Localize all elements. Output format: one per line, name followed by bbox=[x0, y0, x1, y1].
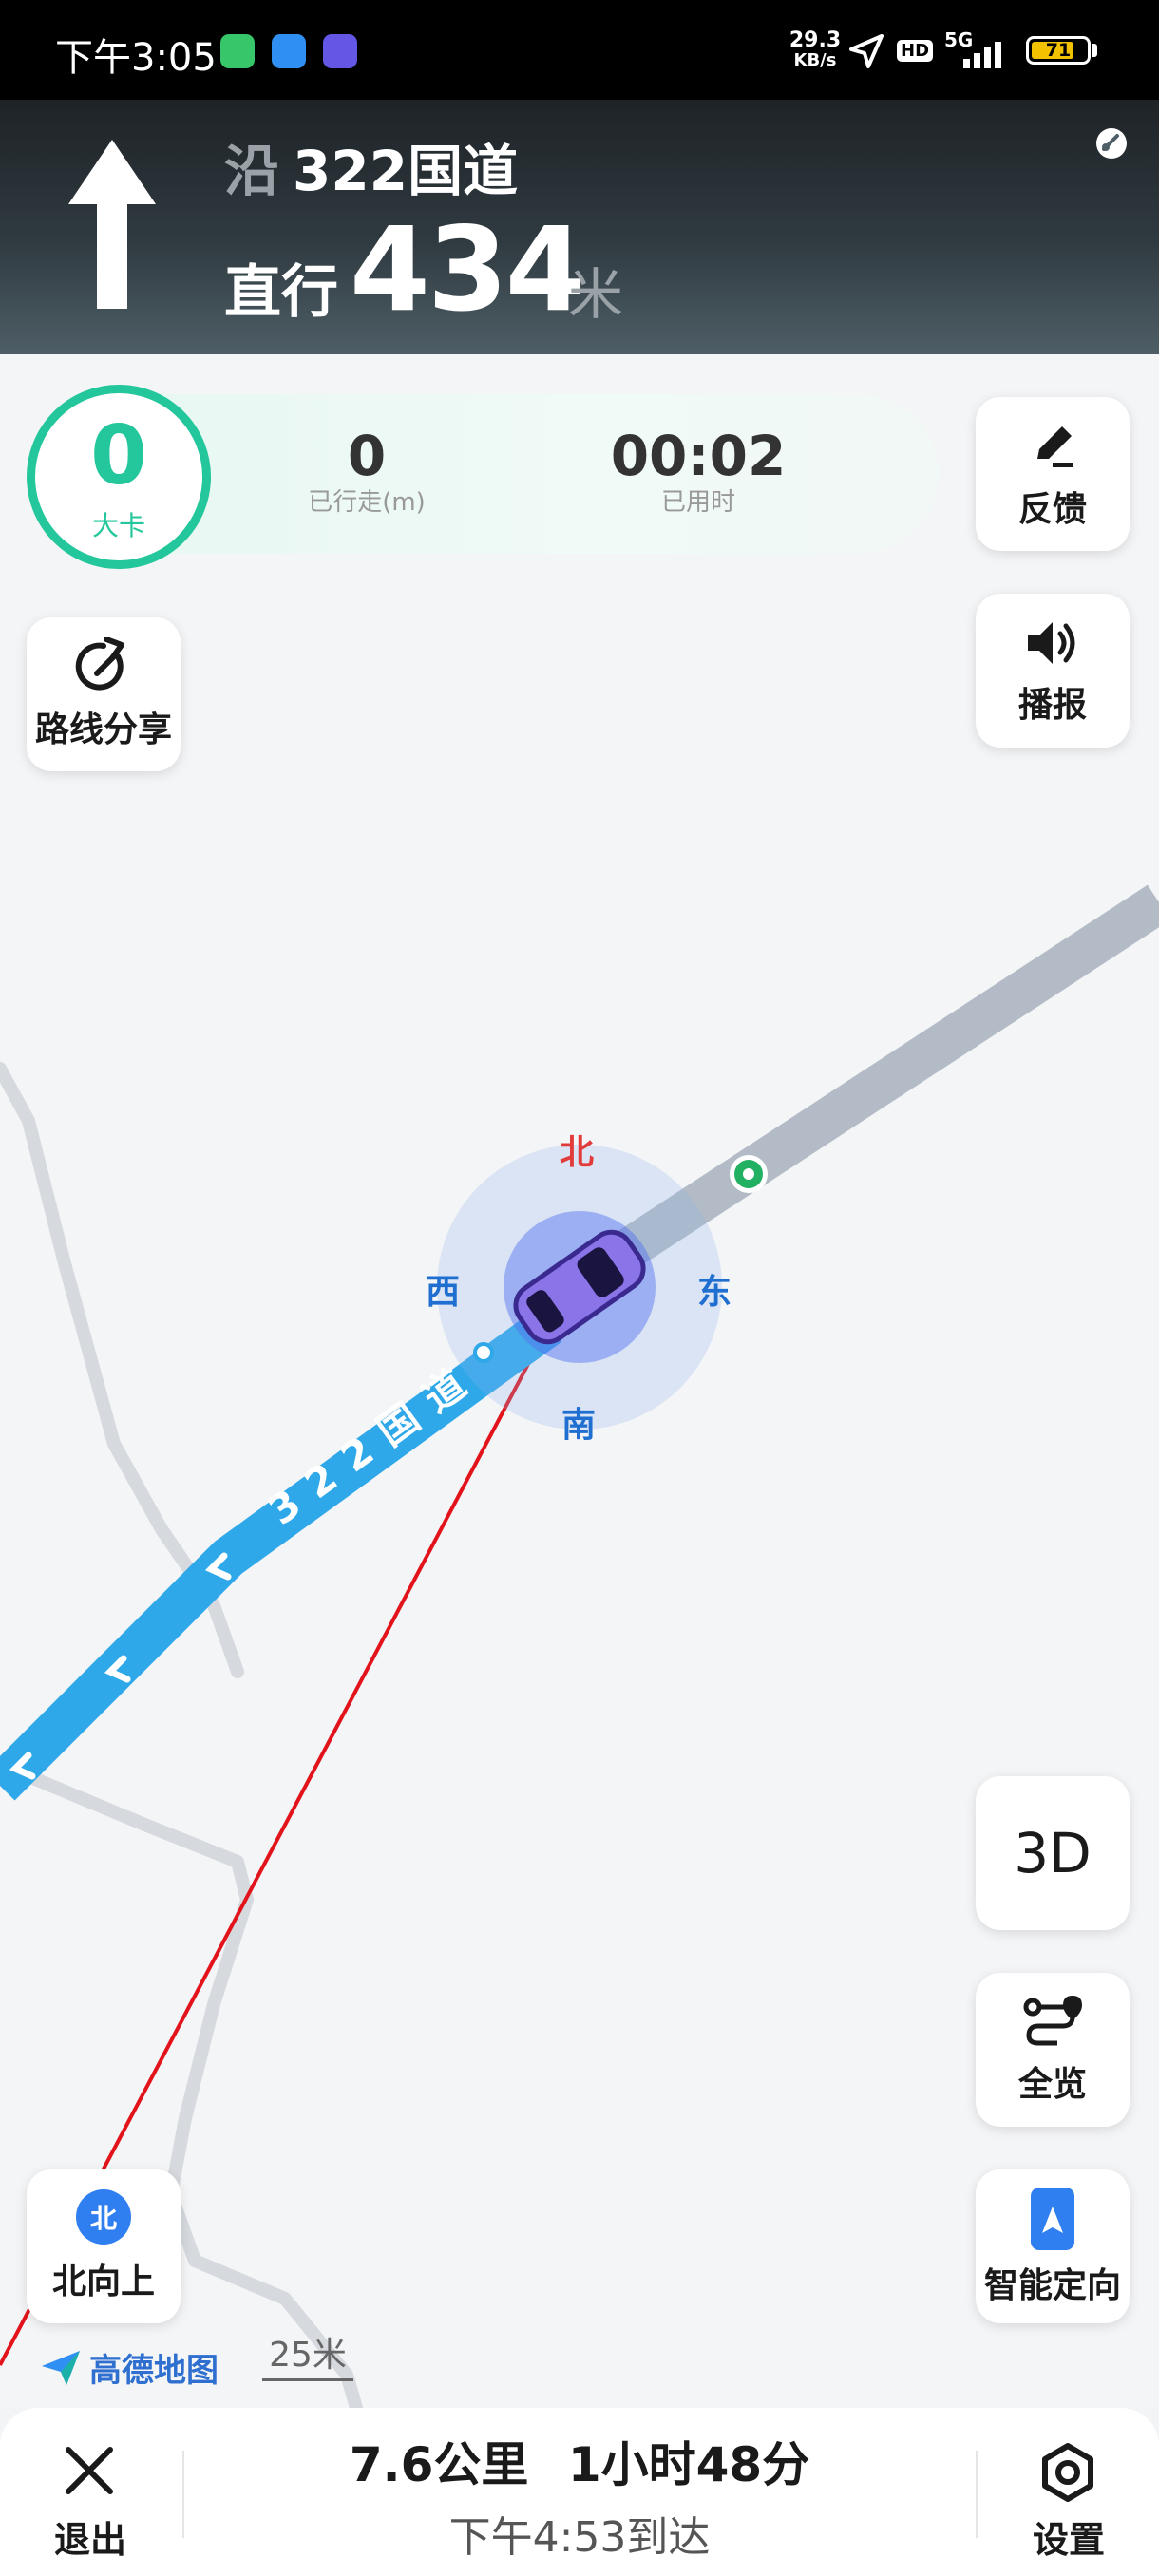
brand-logo: 高德地图 bbox=[40, 2344, 218, 2391]
feedback-button[interactable]: 反馈 bbox=[976, 397, 1130, 551]
compass-north-label: 北 bbox=[560, 1133, 594, 1172]
arrival-time: 下午4:53到达 bbox=[448, 2513, 711, 2562]
remaining-line: 7.6公里 1小时48分 bbox=[190, 2427, 969, 2495]
3d-label: 3D bbox=[1014, 1821, 1092, 1885]
compass-south-label: 南 bbox=[561, 1406, 596, 1445]
feedback-label: 反馈 bbox=[1017, 490, 1087, 529]
road-prefix: 沿 bbox=[224, 139, 280, 203]
map-scale-label: 25米 bbox=[269, 2336, 347, 2375]
navigation-arrow-icon bbox=[849, 34, 884, 68]
traveled-stat: 0 已行走(m) bbox=[281, 425, 452, 518]
straight-arrow-icon bbox=[68, 140, 156, 309]
speed-value: 0 bbox=[90, 408, 147, 503]
settings-button[interactable]: 设置 bbox=[978, 2408, 1159, 2576]
battery-icon: 71 bbox=[1026, 36, 1091, 65]
battery-level: 71 bbox=[1045, 40, 1072, 61]
waypoint-dot bbox=[473, 1342, 494, 1363]
traveled-label: 已行走(m) bbox=[308, 488, 426, 517]
speed-label: 大卡 bbox=[91, 510, 145, 541]
hd-badge: HD bbox=[897, 40, 934, 62]
broadcast-button[interactable]: 播报 bbox=[976, 594, 1130, 748]
speaker-icon bbox=[1028, 622, 1075, 664]
status-time: 下午3:05 bbox=[55, 36, 217, 80]
exit-button[interactable]: 退出 bbox=[0, 2408, 180, 2576]
brand-text: 高德地图 bbox=[89, 2352, 218, 2390]
send-app-icon bbox=[272, 34, 306, 68]
divider-left bbox=[182, 2451, 184, 2538]
smart-orient-button[interactable]: 智能定向 bbox=[976, 2169, 1130, 2323]
maneuver-distance: 434 bbox=[350, 202, 586, 337]
signal-icon bbox=[963, 42, 1001, 68]
bottom-bar: 退出 7.6公里 1小时48分 下午4:53到达 设置 bbox=[0, 2408, 1159, 2576]
battery-cap bbox=[1092, 44, 1097, 57]
north-badge-icon: 北 bbox=[76, 2189, 131, 2245]
elapsed-time-value: 00:02 bbox=[610, 424, 787, 488]
status-bar: 下午3:05 29.3 KB/s HD 5G 71 bbox=[0, 0, 1159, 100]
net-speed: 29.3 KB/s bbox=[787, 30, 844, 70]
overview-label: 全览 bbox=[1017, 2065, 1087, 2104]
navigation-header: 沿 322国道 直行 434 米 bbox=[0, 100, 1159, 354]
north-badge-label: 北 bbox=[89, 2203, 117, 2234]
map-scale-bar bbox=[262, 2378, 353, 2381]
share-icon bbox=[75, 637, 124, 691]
route-share-button[interactable]: 路线分享 bbox=[27, 617, 180, 771]
speed-indicator: 0 大卡 bbox=[27, 385, 211, 569]
distance-unit: 米 bbox=[568, 262, 624, 327]
map-scale: 25米 bbox=[262, 2327, 353, 2381]
overview-button[interactable]: 全览 bbox=[976, 1973, 1130, 2127]
compass-east-label: 东 bbox=[697, 1273, 732, 1312]
maneuver-action: 直行 bbox=[224, 259, 338, 326]
phone-navigation-icon bbox=[1031, 2188, 1074, 2250]
net-speed-value: 29.3 bbox=[788, 28, 842, 52]
close-icon bbox=[66, 2447, 113, 2494]
exit-label: 退出 bbox=[53, 2519, 126, 2561]
broadcast-label: 播报 bbox=[1017, 686, 1087, 725]
remaining-distance: 7.6公里 bbox=[349, 2437, 529, 2492]
sticker-app-icon bbox=[323, 34, 357, 68]
trip-summary[interactable]: 7.6公里 1小时48分 下午4:53到达 bbox=[190, 2408, 969, 2576]
gps-signal-icon[interactable] bbox=[1092, 124, 1130, 162]
elapsed-time-label: 已用时 bbox=[660, 488, 735, 517]
north-up-label: 北向上 bbox=[51, 2263, 155, 2301]
road-name: 322国道 bbox=[293, 139, 519, 203]
smart-orient-label: 智能定向 bbox=[983, 2266, 1121, 2305]
elapsed-time-stat: 00:02 已用时 bbox=[589, 425, 808, 518]
traveled-value: 0 bbox=[347, 424, 387, 488]
road-line: 沿 322国道 bbox=[224, 126, 518, 206]
3d-button[interactable]: 3D bbox=[976, 1776, 1130, 1930]
route-share-label: 路线分享 bbox=[34, 710, 172, 749]
route-overview-icon bbox=[1023, 1996, 1082, 2046]
compass-west-label: 西 bbox=[426, 1273, 460, 1312]
north-up-button[interactable]: 北 北向上 bbox=[27, 2169, 180, 2323]
edit-icon bbox=[1037, 426, 1074, 467]
divider-right bbox=[976, 2451, 978, 2538]
settings-icon bbox=[1042, 2443, 1093, 2502]
amap-logo-icon bbox=[42, 2350, 80, 2385]
settings-label: 设置 bbox=[1032, 2519, 1105, 2561]
net-speed-unit: KB/s bbox=[793, 50, 837, 70]
location-app-icon bbox=[220, 34, 255, 68]
remaining-time: 1小时48分 bbox=[567, 2437, 810, 2492]
next-point-marker-dot bbox=[743, 1168, 754, 1180]
